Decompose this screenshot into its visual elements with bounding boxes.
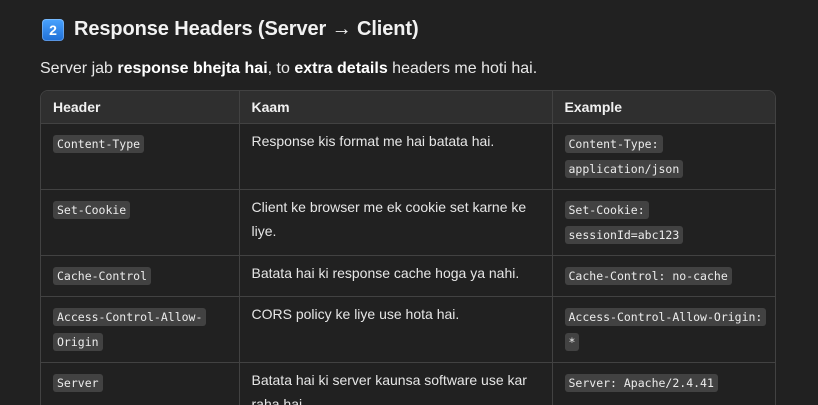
kaam-cell: CORS policy ke liye use hota hai. (238, 296, 552, 363)
column-header-kaam: Kaam (238, 91, 552, 124)
kaam-cell: Client ke browser me ek cookie set karne… (238, 189, 552, 256)
example-cell: Server: Apache/2.4.41 (551, 362, 775, 405)
intro-bold-2: extra details (294, 60, 388, 77)
example-code: Access-Control-Allow-Origin: * (564, 308, 767, 351)
table-header-row: Header Kaam Example (41, 91, 775, 124)
intro-bold-1: response bhejta hai (117, 60, 268, 77)
example-cell: Content-Type: application/json (551, 123, 775, 190)
table-row: Access-Control-Allow-Origin CORS policy … (41, 296, 775, 363)
header-cell: Access-Control-Allow-Origin (41, 296, 239, 363)
kaam-cell: Response kis format me hai batata hai. (238, 123, 552, 190)
intro-text-1: Server jab (40, 60, 118, 77)
example-code: Server: Apache/2.4.41 (564, 374, 718, 392)
header-code: Content-Type (53, 135, 145, 153)
example-cell: Access-Control-Allow-Origin: * (551, 296, 775, 363)
header-code: Cache-Control (53, 267, 152, 285)
section-title: Response Headers (Server → Client) (74, 18, 419, 40)
column-header-example: Example (551, 91, 775, 124)
table-row: Set-Cookie Client ke browser me ek cooki… (41, 189, 775, 256)
header-cell: Cache-Control (41, 255, 239, 297)
header-cell: Set-Cookie (41, 189, 239, 256)
table-row: Server Batata hai ki server kaunsa softw… (41, 362, 775, 405)
header-cell: Server (41, 362, 239, 405)
header-cell: Content-Type (41, 124, 239, 190)
example-code: Cache-Control: no-cache (564, 267, 732, 285)
intro-text-3: headers me hoti hai. (387, 60, 538, 77)
example-code: Set-Cookie: sessionId=abc123 (564, 201, 684, 244)
header-code: Server (53, 374, 103, 392)
intro-paragraph: Server jab response bhejta hai, to extra… (40, 60, 537, 78)
table-row: Content-Type Response kis format me hai … (41, 123, 775, 190)
kaam-cell: Batata hai ki response cache hoga ya nah… (238, 255, 552, 297)
table-row: Cache-Control Batata hai ki response cac… (41, 255, 775, 297)
column-header-header: Header (41, 91, 239, 124)
header-code: Access-Control-Allow-Origin (53, 308, 207, 351)
kaam-cell: Batata hai ki server kaunsa software use… (238, 362, 552, 405)
example-cell: Cache-Control: no-cache (551, 255, 775, 297)
example-code: Content-Type: application/json (564, 135, 684, 178)
headers-table: Header Kaam Example Content-Type Respons… (40, 90, 776, 405)
intro-text-2: , to (267, 60, 295, 77)
keycap-digit-two-icon: 2 (42, 18, 64, 41)
section-heading: 2 Response Headers (Server → Client) (42, 18, 419, 41)
example-cell: Set-Cookie: sessionId=abc123 (551, 189, 775, 256)
header-code: Set-Cookie (53, 201, 131, 219)
